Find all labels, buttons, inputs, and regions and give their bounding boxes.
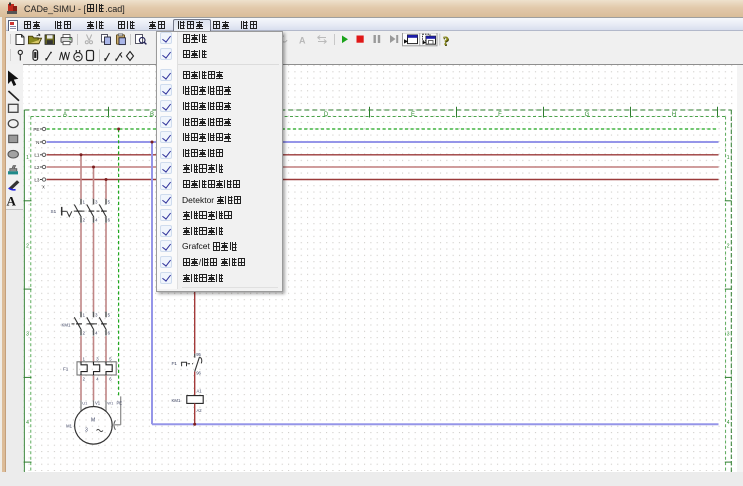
svg-text:B: B: [150, 112, 154, 118]
svg-text:96: 96: [196, 371, 201, 376]
svg-text:V1: V1: [95, 401, 101, 406]
svg-text:?: ?: [443, 33, 450, 48]
svg-text:G: G: [585, 112, 590, 118]
svg-text:S1: S1: [51, 209, 57, 214]
svg-text:E: E: [411, 112, 415, 118]
svg-text:1: 1: [26, 155, 29, 161]
svg-text:1: 1: [727, 155, 730, 161]
svg-text:M1: M1: [66, 423, 72, 428]
svg-text:4: 4: [727, 420, 730, 426]
svg-text:3: 3: [727, 332, 730, 338]
svg-text:A2: A2: [197, 408, 203, 413]
svg-text:U1: U1: [82, 400, 88, 405]
svg-text:A: A: [7, 193, 17, 208]
svg-text:F1: F1: [172, 361, 178, 366]
svg-text:PE: PE: [33, 127, 39, 132]
svg-text:F: F: [498, 112, 502, 118]
svg-text:3: 3: [85, 428, 88, 434]
svg-text:2: 2: [26, 243, 29, 249]
svg-text:W1: W1: [107, 400, 114, 405]
svg-text:A: A: [63, 112, 67, 118]
svg-text:PE: PE: [117, 401, 123, 406]
svg-text:F1: F1: [63, 367, 69, 372]
svg-text:A: A: [299, 36, 306, 46]
svg-text:95: 95: [196, 352, 201, 357]
svg-text:KM1: KM1: [62, 322, 71, 327]
svg-text:3: 3: [26, 332, 29, 338]
svg-text:N: N: [36, 140, 39, 145]
svg-text:L1: L1: [34, 153, 40, 158]
svg-text:L2: L2: [34, 165, 40, 170]
svg-text:L3: L3: [34, 177, 40, 182]
svg-text:KM1: KM1: [172, 398, 181, 403]
svg-text:M: M: [91, 418, 95, 424]
svg-text:A1: A1: [197, 388, 203, 393]
svg-text:H: H: [672, 112, 676, 118]
svg-text:D: D: [324, 112, 329, 118]
svg-text:2: 2: [727, 243, 730, 249]
svg-text:4: 4: [26, 420, 29, 426]
